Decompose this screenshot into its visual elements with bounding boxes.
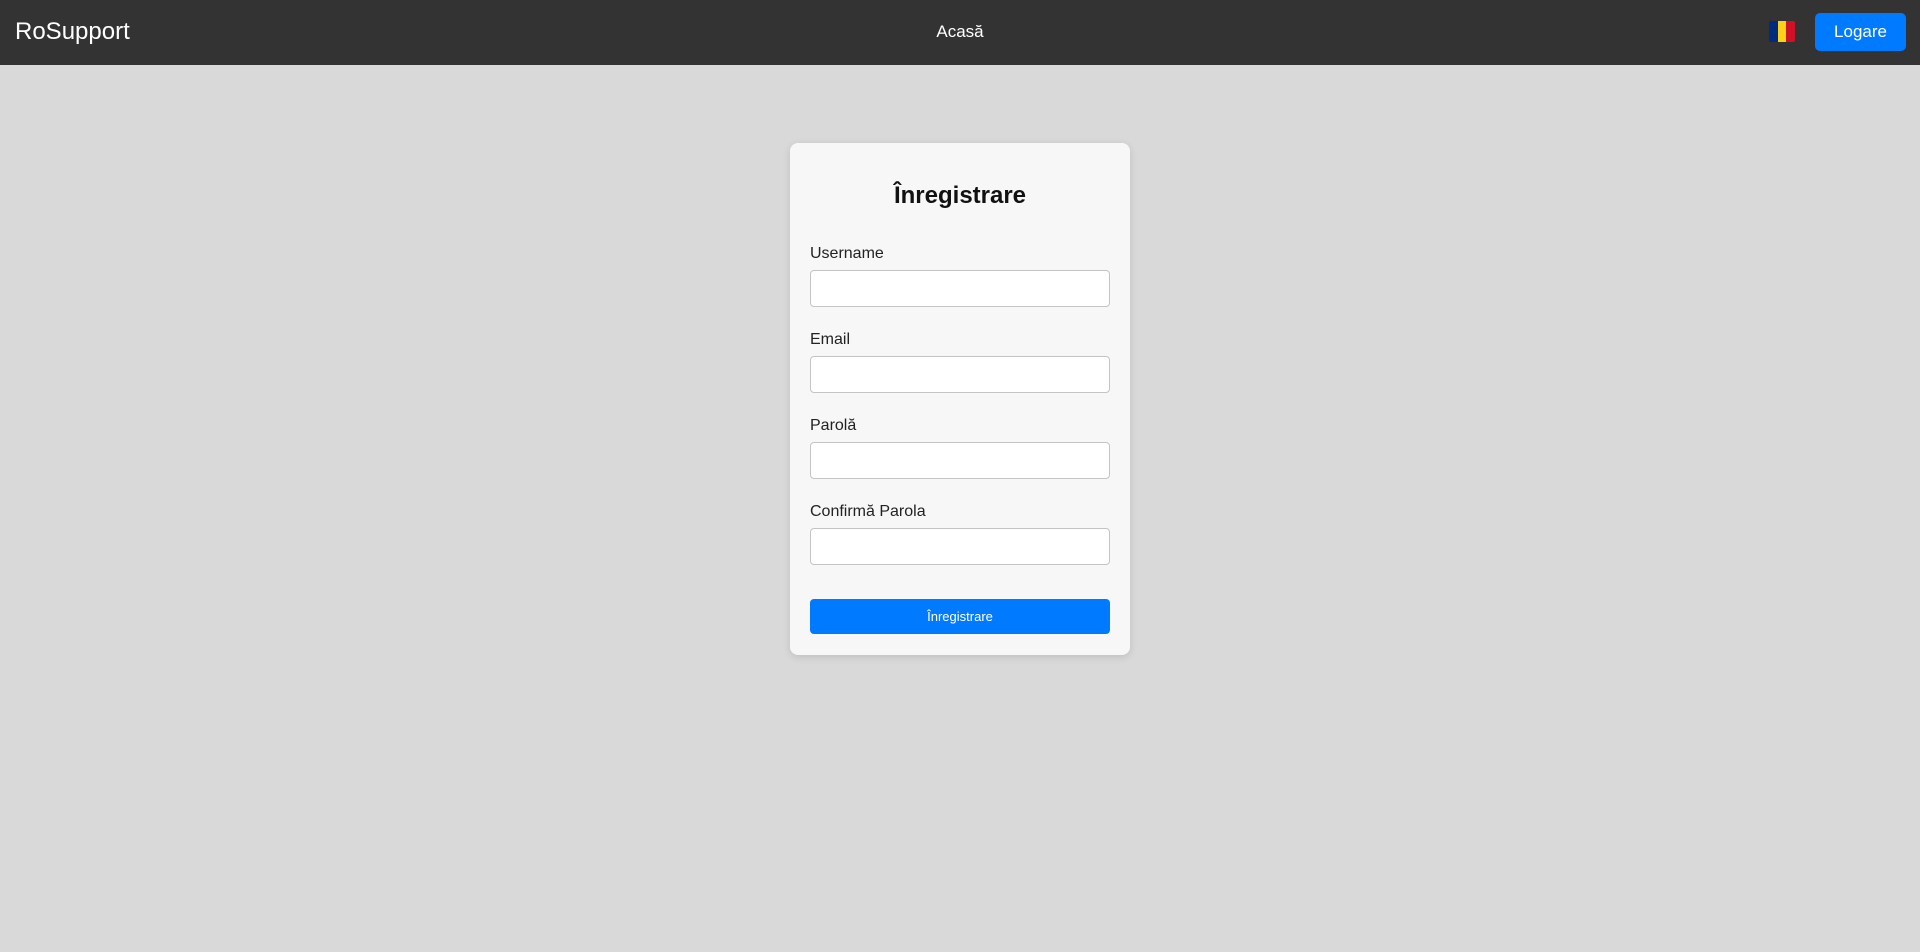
login-button[interactable]: Logare [1815, 13, 1906, 51]
email-input[interactable] [810, 356, 1110, 393]
confirm-password-label: Confirmă Parola [810, 503, 926, 520]
brand-logo[interactable]: RoSupport [15, 18, 130, 46]
username-input[interactable] [810, 270, 1110, 307]
email-label: Email [810, 331, 851, 348]
form-title: Înregistrare [893, 182, 1027, 209]
register-submit-button[interactable]: Înregistrare [810, 599, 1110, 634]
confirm-password-input[interactable] [810, 528, 1110, 565]
flag-stripe-blue [1769, 21, 1778, 42]
top-navbar: RoSupport Acasă Logare [0, 0, 1920, 65]
romania-flag-icon[interactable] [1769, 21, 1795, 42]
password-label: Parolă [810, 417, 857, 434]
nav-link-home[interactable]: Acasă [936, 22, 983, 41]
username-label: Username [810, 245, 884, 262]
nav-links: Acasă [0, 21, 1920, 43]
password-input[interactable] [810, 442, 1110, 479]
flag-stripe-red [1786, 21, 1795, 42]
register-card: Înregistrare Username Email Parolă Confi… [790, 143, 1130, 655]
flag-stripe-yellow [1777, 21, 1787, 42]
